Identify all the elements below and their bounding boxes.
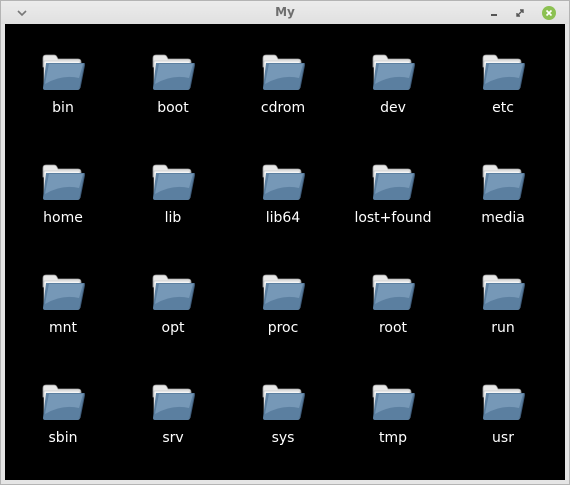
- folder-item[interactable]: srv: [121, 380, 225, 470]
- folder-item[interactable]: usr: [451, 380, 555, 470]
- folder-icon: [482, 274, 526, 310]
- folder-item[interactable]: cdrom: [231, 50, 335, 140]
- folder-item[interactable]: proc: [231, 270, 335, 360]
- folder-label: cdrom: [260, 100, 306, 116]
- folder-label: run: [491, 320, 515, 336]
- folder-icon: [262, 274, 306, 310]
- folder-label: proc: [267, 320, 299, 336]
- maximize-button[interactable]: [511, 4, 529, 22]
- folder-icon: [372, 384, 416, 420]
- folder-icon: [152, 274, 196, 310]
- folder-item[interactable]: root: [341, 270, 445, 360]
- folder-item[interactable]: media: [451, 160, 555, 250]
- folder-item[interactable]: lib: [121, 160, 225, 250]
- folder-icon: [262, 54, 306, 90]
- folder-label: home: [43, 210, 83, 226]
- folder-item[interactable]: dev: [341, 50, 445, 140]
- folder-icon: [262, 164, 306, 200]
- folder-icon: [482, 54, 526, 90]
- folder-item[interactable]: run: [451, 270, 555, 360]
- folder-view[interactable]: bin boot cdrom dev etc home lib lib64 lo…: [5, 24, 565, 480]
- folder-label: lost+found: [354, 210, 432, 226]
- folder-icon: [42, 164, 86, 200]
- title-bar[interactable]: My: [1, 1, 569, 24]
- folder-item[interactable]: lib64: [231, 160, 335, 250]
- folder-icon: [42, 384, 86, 420]
- folder-item[interactable]: home: [11, 160, 115, 250]
- folder-item[interactable]: tmp: [341, 380, 445, 470]
- folder-item[interactable]: bin: [11, 50, 115, 140]
- folder-item[interactable]: etc: [451, 50, 555, 140]
- folder-label: root: [378, 320, 408, 336]
- folder-icon: [152, 164, 196, 200]
- folder-label: opt: [161, 320, 185, 336]
- folder-icon: [372, 54, 416, 90]
- folder-label: sys: [271, 430, 295, 446]
- folder-label: dev: [380, 100, 406, 116]
- folder-label: etc: [492, 100, 514, 116]
- folder-item[interactable]: boot: [121, 50, 225, 140]
- folder-item[interactable]: lost+found: [341, 160, 445, 250]
- close-icon: [545, 9, 553, 17]
- folder-icon: [152, 384, 196, 420]
- folder-icon: [42, 54, 86, 90]
- folder-icon: [152, 54, 196, 90]
- folder-icon: [42, 274, 86, 310]
- folder-label: srv: [162, 430, 184, 446]
- folder-item[interactable]: sbin: [11, 380, 115, 470]
- folder-icon: [482, 164, 526, 200]
- folder-icon: [262, 384, 306, 420]
- folder-label: bin: [52, 100, 74, 116]
- minimize-icon: [491, 14, 497, 16]
- folder-item[interactable]: sys: [231, 380, 335, 470]
- minimize-button[interactable]: [485, 4, 503, 22]
- folder-label: media: [481, 210, 525, 226]
- folder-item[interactable]: mnt: [11, 270, 115, 360]
- folder-icon: [372, 164, 416, 200]
- folder-grid: bin boot cdrom dev etc home lib lib64 lo…: [5, 24, 565, 480]
- folder-icon: [482, 384, 526, 420]
- folder-label: tmp: [378, 430, 407, 446]
- file-manager-window: My bin boot cdrom dev etc home lib lib64…: [0, 0, 570, 485]
- folder-label: usr: [492, 430, 514, 446]
- folder-label: lib64: [265, 210, 301, 226]
- window-title: My: [275, 5, 295, 19]
- folder-label: lib: [164, 210, 182, 226]
- folder-item[interactable]: opt: [121, 270, 225, 360]
- maximize-icon: [516, 9, 524, 17]
- folder-icon: [372, 274, 416, 310]
- folder-label: mnt: [49, 320, 77, 336]
- close-button[interactable]: [540, 4, 558, 22]
- folder-label: sbin: [48, 430, 78, 446]
- folder-label: boot: [157, 100, 189, 116]
